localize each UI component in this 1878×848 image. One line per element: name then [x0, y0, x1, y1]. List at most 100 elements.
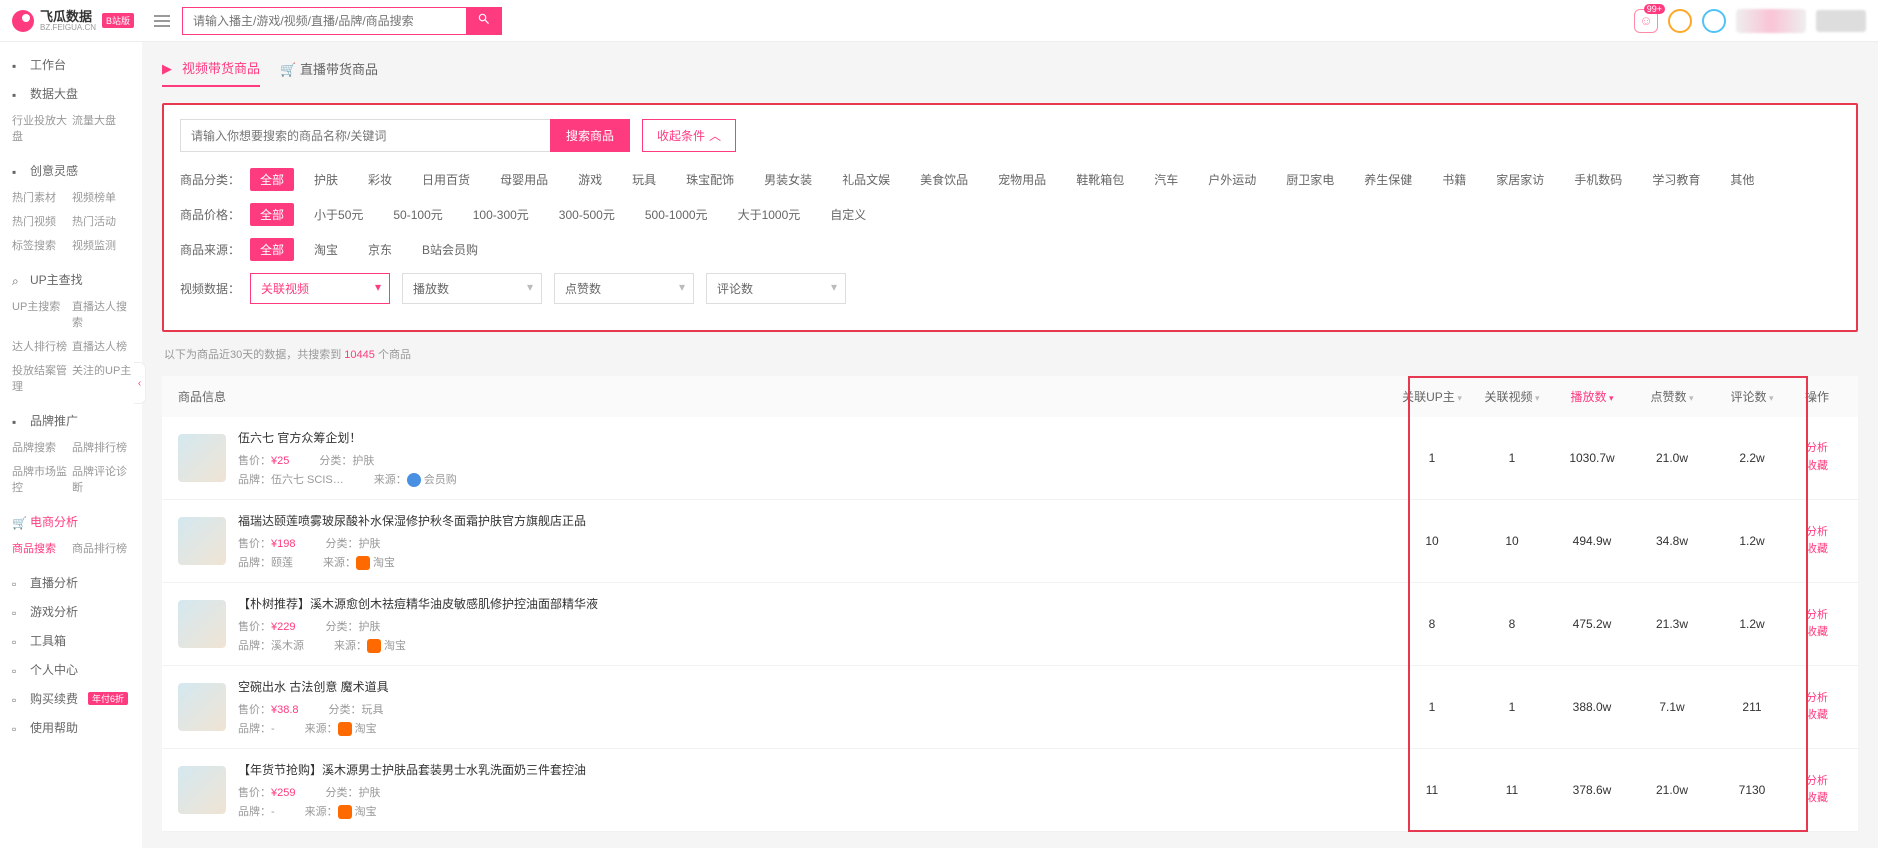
filter-chip[interactable]: 日用百货 [412, 168, 480, 191]
col-video-count[interactable]: 关联视频 [1472, 388, 1552, 405]
product-title[interactable]: 【朴树推荐】溪木源愈创木祛痘精华油皮敏感肌修护控油面部精华液 [238, 595, 1392, 612]
global-search-button[interactable] [466, 7, 502, 35]
sidebar-item[interactable]: 达人排行榜 [12, 334, 72, 358]
filter-chip[interactable]: 护肤 [304, 168, 348, 191]
filter-chip[interactable]: 全部 [250, 168, 294, 191]
sidebar-group-live[interactable]: ▫ 直播分析 [0, 566, 142, 595]
tab[interactable]: 🛒直播带货商品 [280, 59, 378, 86]
sidebar-group-user[interactable]: ▫ 个人中心 [0, 653, 142, 682]
filter-chip[interactable]: 手机数码 [1564, 168, 1632, 191]
sidebar-item[interactable]: 热门活动 [72, 209, 132, 233]
help-icon[interactable] [1668, 9, 1692, 33]
analyze-link[interactable]: 分析 [1792, 607, 1842, 625]
sidebar-group-help[interactable]: ▫ 使用帮助 [0, 711, 142, 740]
sidebar-group-game[interactable]: ▫ 游戏分析 [0, 595, 142, 624]
analyze-link[interactable]: 分析 [1792, 524, 1842, 542]
sidebar-group-tool[interactable]: ▫ 工具箱 [0, 624, 142, 653]
analyze-link[interactable]: 分析 [1792, 773, 1842, 791]
sidebar-item[interactable]: 标签搜索 [12, 233, 72, 257]
product-thumbnail[interactable] [178, 683, 226, 731]
filter-chip[interactable]: 户外运动 [1198, 168, 1266, 191]
sidebar-group-home[interactable]: ▪ 工作台 [0, 48, 142, 77]
favorite-link[interactable]: 收藏 [1792, 624, 1842, 642]
filter-chip[interactable]: 厨卫家电 [1276, 168, 1344, 191]
logo[interactable]: 飞瓜数据 BZ.FEIGUA.CN B站版 [12, 10, 142, 32]
sidebar-item[interactable]: 热门素材 [12, 185, 72, 209]
product-thumbnail[interactable] [178, 600, 226, 648]
filter-chip[interactable]: 300-500元 [549, 203, 625, 226]
product-title[interactable]: 伍六七 官方众筹企划！ [238, 429, 1392, 446]
filter-select[interactable]: 评论数 [706, 273, 846, 304]
filter-chip[interactable]: B站会员购 [412, 238, 488, 261]
filter-chip[interactable]: 男装女装 [754, 168, 822, 191]
product-thumbnail[interactable] [178, 434, 226, 482]
filter-chip[interactable]: 其他 [1720, 168, 1764, 191]
product-thumbnail[interactable] [178, 517, 226, 565]
filter-chip[interactable]: 宠物用品 [988, 168, 1056, 191]
filter-select[interactable]: 关联视频 [250, 273, 390, 304]
analyze-link[interactable]: 分析 [1792, 440, 1842, 458]
sidebar-item[interactable]: 品牌评论诊断 [72, 459, 132, 499]
filter-select[interactable]: 点赞数 [554, 273, 694, 304]
filter-chip[interactable]: 大于1000元 [728, 203, 811, 226]
sidebar-item[interactable]: 热门视频 [12, 209, 72, 233]
tab[interactable]: ▶视频带货商品 [162, 58, 260, 87]
filter-chip[interactable]: 50-100元 [383, 203, 452, 226]
favorite-link[interactable]: 收藏 [1792, 541, 1842, 559]
filter-chip[interactable]: 淘宝 [304, 238, 348, 261]
sidebar-item[interactable]: 视频监测 [72, 233, 132, 257]
search-product-button[interactable]: 搜索商品 [550, 119, 630, 152]
filter-chip[interactable]: 500-1000元 [635, 203, 718, 226]
filter-chip[interactable]: 养生保健 [1354, 168, 1422, 191]
sidebar-group-dashboard[interactable]: ▪ 数据大盘 [0, 77, 142, 106]
sidebar-item[interactable]: UP主搜索 [12, 294, 72, 334]
favorite-link[interactable]: 收藏 [1792, 790, 1842, 808]
product-title[interactable]: 空碗出水 古法创意 魔术道具 [238, 678, 1392, 695]
filter-chip[interactable]: 自定义 [820, 203, 876, 226]
filter-chip[interactable]: 珠宝配饰 [676, 168, 744, 191]
favorite-link[interactable]: 收藏 [1792, 458, 1842, 476]
analyze-link[interactable]: 分析 [1792, 690, 1842, 708]
product-title[interactable]: 福瑞达颐莲喷雾玻尿酸补水保湿修护秋冬面霜护肤官方旗舰店正品 [238, 512, 1392, 529]
sidebar-group-search[interactable]: ⌕ UP主查找 [0, 263, 142, 292]
filter-chip[interactable]: 美食饮品 [910, 168, 978, 191]
sidebar-group-cart[interactable]: 🛒 电商分析 [0, 505, 142, 534]
user-menu[interactable] [1816, 10, 1866, 32]
filter-chip[interactable]: 礼品文娱 [832, 168, 900, 191]
filter-chip[interactable]: 学习教育 [1642, 168, 1710, 191]
filter-chip[interactable]: 100-300元 [463, 203, 539, 226]
sidebar-item[interactable]: 品牌搜索 [12, 435, 72, 459]
filter-chip[interactable]: 玩具 [622, 168, 666, 191]
col-up-count[interactable]: 关联UP主 [1392, 388, 1472, 405]
filter-chip[interactable]: 汽车 [1144, 168, 1188, 191]
col-like-count[interactable]: 点赞数 [1632, 388, 1712, 405]
filter-chip[interactable]: 游戏 [568, 168, 612, 191]
filter-chip[interactable]: 彩妆 [358, 168, 402, 191]
col-play-count[interactable]: 播放数 [1552, 388, 1632, 405]
filter-chip[interactable]: 全部 [250, 238, 294, 261]
filter-chip[interactable]: 全部 [250, 203, 294, 226]
sidebar-item[interactable]: 商品排行榜 [72, 536, 132, 560]
sidebar-item[interactable]: 关注的UP主 [72, 358, 132, 398]
sidebar-group-tag[interactable]: ▪ 品牌推广 [0, 404, 142, 433]
sidebar-item[interactable]: 商品搜索 [12, 536, 72, 560]
sidebar-item[interactable]: 品牌排行榜 [72, 435, 132, 459]
collapse-filter-button[interactable]: 收起条件︿ [642, 119, 736, 152]
user-avatar[interactable] [1736, 9, 1806, 33]
sidebar-item[interactable]: 直播达人搜索 [72, 294, 132, 334]
global-search-input[interactable] [182, 7, 466, 35]
sidebar-group-bulb[interactable]: ▪ 创意灵感 [0, 154, 142, 183]
sidebar-group-buy[interactable]: ▫ 购买续费年付6折 [0, 682, 142, 711]
sidebar-item[interactable]: 行业投放大盘 [12, 108, 72, 148]
sidebar-item[interactable]: 直播达人榜 [72, 334, 132, 358]
sidebar-item[interactable]: 视频榜单 [72, 185, 132, 209]
product-search-input[interactable] [180, 119, 550, 152]
filter-chip[interactable]: 家居家访 [1486, 168, 1554, 191]
product-title[interactable]: 【年货节抢购】溪木源男士护肤品套装男士水乳洗面奶三件套控油 [238, 761, 1392, 778]
sidebar-item[interactable]: 流量大盘 [72, 108, 132, 148]
filter-select[interactable]: 播放数 [402, 273, 542, 304]
filter-chip[interactable]: 母婴用品 [490, 168, 558, 191]
filter-chip[interactable]: 书籍 [1432, 168, 1476, 191]
sidebar-item[interactable]: 投放结案管理 [12, 358, 72, 398]
col-comment-count[interactable]: 评论数 [1712, 388, 1792, 405]
